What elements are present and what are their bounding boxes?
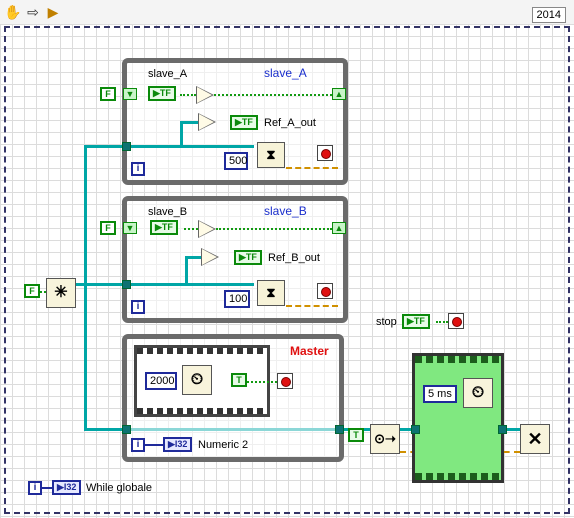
loop-title-slave-b: slave_B (264, 204, 307, 218)
stop-terminal-a[interactable] (317, 145, 333, 161)
tunnel-b (122, 280, 131, 289)
bool-wire-a2 (214, 94, 332, 96)
toolbar: ✋ ⇨ ▶ 2014 (0, 0, 574, 24)
timed-loop-period[interactable]: 5 ms (423, 385, 457, 403)
send-notification-node[interactable]: ⊙➝ (370, 424, 400, 454)
int-wire-global (42, 487, 52, 489)
refnum-wire-b-vert (185, 256, 188, 284)
shift-register-left-a[interactable]: ▼ (123, 88, 137, 100)
numeric-2-label: Numeric 2 (198, 439, 249, 451)
not-gate-b[interactable] (198, 220, 216, 238)
arrow-icon[interactable]: ⇨ (24, 3, 42, 21)
iteration-terminal-b: i (131, 300, 145, 314)
iteration-terminal-master: i (131, 438, 145, 452)
not-gate-a[interactable] (196, 86, 214, 104)
refnum-wire-a-up (181, 121, 198, 124)
tf-label: TF (241, 117, 253, 127)
hand-icon[interactable]: ✋ (4, 3, 22, 21)
sequence-film-bottom (137, 408, 267, 414)
create-notifier-node[interactable]: ✳ (46, 278, 76, 308)
not-gate-b2[interactable] (201, 248, 219, 266)
true-constant-send[interactable]: T (348, 428, 364, 442)
bool-wire-b1 (184, 228, 198, 230)
ref-b-out-label: Ref_B_out (268, 252, 320, 264)
release-notifier-node[interactable]: ✕ (520, 424, 550, 454)
timed-loop-wait-node[interactable]: ⏲ (463, 378, 493, 408)
error-wire-b (286, 305, 338, 307)
true-constant-master[interactable]: T (231, 373, 247, 387)
wait-constant-a[interactable]: 500 (224, 152, 248, 170)
refnum-wire-a-vert (180, 121, 183, 147)
local-var-label-slave-a: slave_A (148, 68, 188, 80)
tunnel-a (122, 142, 131, 151)
refnum-wire-b-up (186, 256, 202, 259)
error-wire-a (286, 167, 338, 169)
refnum-wire-b-inner (128, 283, 254, 286)
wait-ms-node-b[interactable]: ⧗ (257, 280, 285, 306)
while-globale-indicator[interactable]: ▶I32 (52, 480, 82, 495)
tunnel-master-right (335, 425, 344, 434)
tf-label: TF (413, 316, 425, 326)
sequence-film-top (137, 348, 267, 354)
stop-terminal-b[interactable] (317, 283, 333, 299)
local-variable-slave-b[interactable]: ▶TF (150, 220, 178, 235)
stop-local-variable[interactable]: ▶TF (402, 314, 430, 329)
stop-terminal-global[interactable] (448, 313, 464, 329)
run-icon[interactable]: ▶ (44, 3, 62, 21)
timed-tunnel-left (411, 425, 420, 434)
loop-title-master: Master (290, 344, 329, 358)
tunnel-master-left (122, 425, 131, 434)
timed-loop-film-top (415, 356, 501, 363)
int-wire-master (145, 444, 163, 446)
loop-title-slave-a: slave_A (264, 66, 307, 80)
false-constant-a[interactable]: F (100, 87, 116, 101)
iteration-terminal-global: i (28, 481, 42, 495)
local-var-label-slave-b: slave_B (148, 206, 188, 218)
tf-label: TF (159, 88, 171, 98)
wait-constant-b[interactable]: 100 (224, 290, 250, 308)
shift-register-left-b[interactable]: ▼ (123, 222, 137, 234)
bool-wire-a1 (180, 94, 196, 96)
not-gate-a2[interactable] (198, 113, 216, 131)
refnum-wire-a-inner (128, 145, 254, 148)
local-variable-ref-b-out[interactable]: ▶TF (234, 250, 262, 265)
timed-loop-film-bottom (415, 473, 501, 480)
iteration-terminal-a: i (131, 162, 145, 176)
timed-loop (412, 353, 504, 483)
i32-label: I32 (174, 439, 188, 449)
wait-node-master[interactable]: ⏲ (182, 365, 212, 395)
false-constant-global[interactable]: F (24, 284, 40, 298)
stop-bool-wire (436, 321, 448, 323)
tf-label: TF (161, 222, 173, 232)
stop-terminal-master[interactable] (277, 373, 293, 389)
wait-constant-master[interactable]: 2000 (145, 372, 177, 390)
shift-register-right-a[interactable]: ▲ (332, 88, 346, 100)
refnum-wire-trunk (84, 145, 87, 430)
while-globale-label: While globale (86, 482, 153, 494)
numeric-2-indicator[interactable]: ▶I32 (163, 437, 193, 452)
shift-register-right-b[interactable]: ▲ (332, 222, 346, 234)
wait-ms-node-a[interactable]: ⧗ (257, 142, 285, 168)
bool-wire-b2 (216, 228, 332, 230)
local-variable-slave-a[interactable]: ▶TF (148, 86, 176, 101)
timed-tunnel-right (498, 425, 507, 434)
local-variable-ref-a-out[interactable]: ▶TF (230, 115, 258, 130)
tf-label: TF (245, 252, 257, 262)
refnum-wire-source (76, 283, 86, 286)
false-constant-b[interactable]: F (100, 221, 116, 235)
ref-a-out-label: Ref_A_out (264, 117, 316, 129)
i32-label: I32 (63, 482, 77, 492)
stop-label: stop (376, 316, 397, 328)
bool-wire-master (247, 381, 277, 383)
version-badge: 2014 (531, 7, 566, 23)
